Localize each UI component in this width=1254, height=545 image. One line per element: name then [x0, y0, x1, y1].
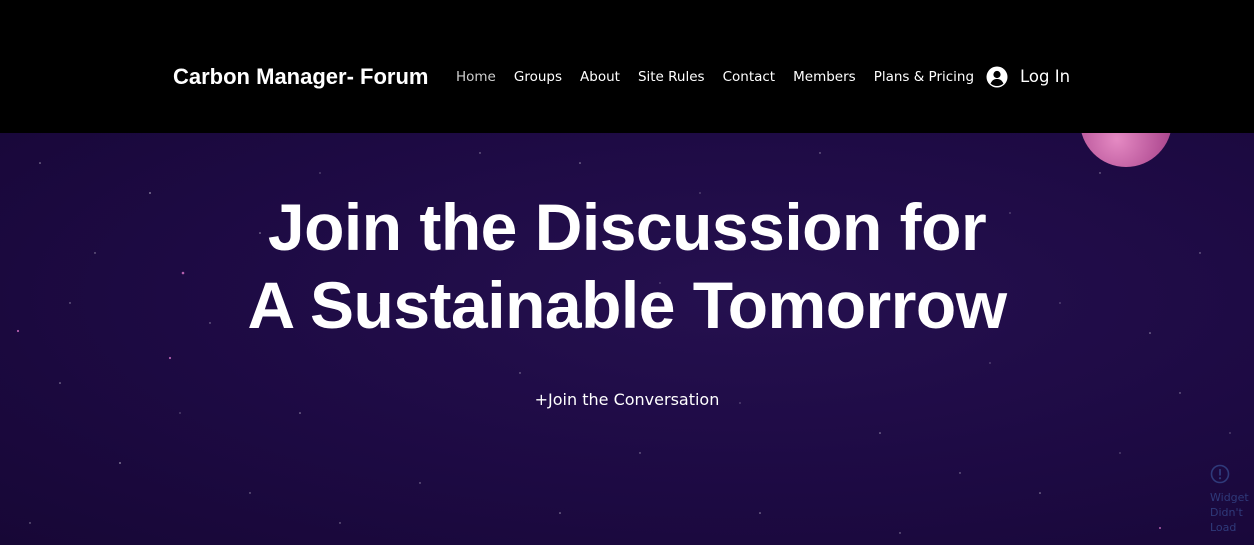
alert-circle-icon — [1210, 464, 1230, 484]
hero-headline: Join the Discussion for A Sustainable To… — [0, 188, 1254, 344]
widget-error: Widget Didn't Load — [1208, 462, 1254, 545]
site-title[interactable]: Carbon Manager- Forum — [173, 62, 428, 92]
user-avatar-icon — [986, 66, 1008, 88]
nav-item-site-rules[interactable]: Site Rules — [638, 66, 705, 88]
nav-item-about[interactable]: About — [580, 66, 620, 88]
main-nav: Home Groups About Site Rules Contact Mem… — [456, 66, 974, 88]
nav-item-groups[interactable]: Groups — [514, 66, 562, 88]
site-header: Carbon Manager- Forum Home Groups About … — [0, 0, 1254, 133]
nav-item-members[interactable]: Members — [793, 66, 856, 88]
widget-error-message: Widget Didn't Load — [1210, 491, 1249, 534]
join-conversation-link[interactable]: +Join the Conversation — [535, 390, 720, 409]
login-button[interactable]: Log In — [986, 63, 1070, 91]
join-conversation-cta-wrapper: +Join the Conversation — [0, 388, 1254, 412]
nav-item-contact[interactable]: Contact — [723, 66, 776, 88]
nav-item-plans-pricing[interactable]: Plans & Pricing — [874, 66, 974, 88]
headline-line-1: Join the Discussion for — [267, 190, 987, 264]
headline-line-2: A Sustainable Tomorrow — [247, 268, 1007, 342]
nav-item-home[interactable]: Home — [456, 66, 496, 88]
login-label: Log In — [1020, 67, 1071, 86]
